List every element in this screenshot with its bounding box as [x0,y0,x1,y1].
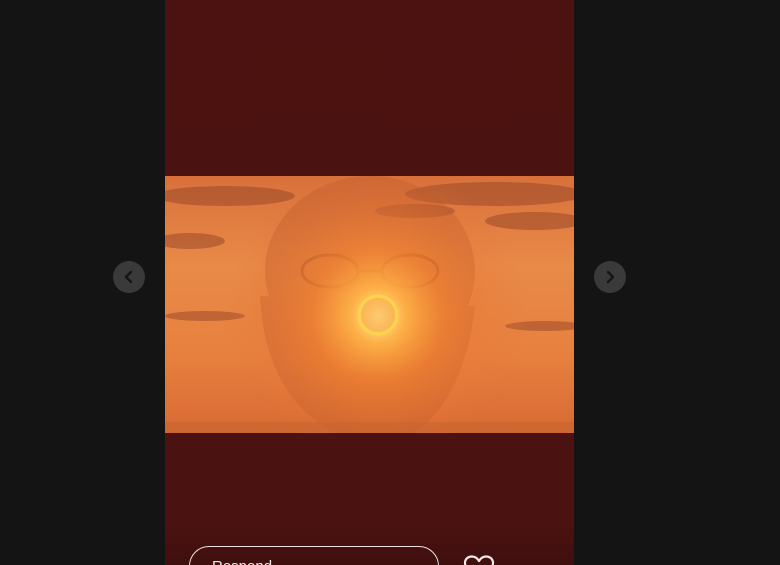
reply-input[interactable] [189,546,439,565]
story-panel[interactable] [165,0,574,565]
like-button[interactable] [463,555,495,565]
story-viewer [0,0,780,565]
chevron-left-icon [124,270,133,284]
heart-icon [463,555,495,565]
previous-story-button[interactable] [113,261,145,293]
chevron-right-icon [606,270,615,284]
story-top-background [165,0,574,176]
story-photo [165,176,574,433]
next-story-button[interactable] [594,261,626,293]
